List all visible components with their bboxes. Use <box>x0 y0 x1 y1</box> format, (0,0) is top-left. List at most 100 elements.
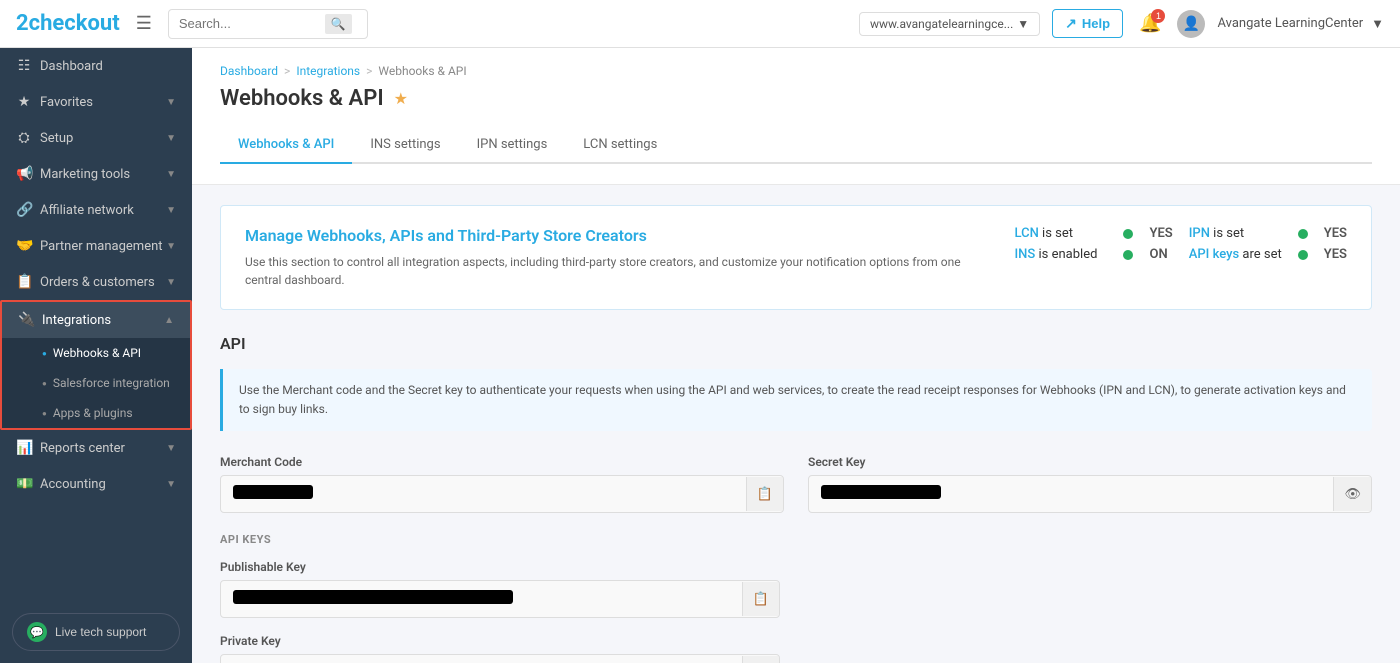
marketing-chevron-icon: ▼ <box>166 169 176 180</box>
secret-key-value <box>821 485 941 499</box>
merchant-code-group: Merchant Code 📋 <box>220 455 784 513</box>
sidebar-label-setup: Setup <box>40 131 73 146</box>
breadcrumb-integrations[interactable]: Integrations <box>296 64 360 78</box>
tab-ipn-settings[interactable]: IPN settings <box>459 127 566 164</box>
publishable-key-masked <box>221 581 742 617</box>
content-inner: Manage Webhooks, APIs and Third-Party St… <box>192 185 1400 663</box>
reports-chevron-icon: ▼ <box>166 443 176 454</box>
sidebar: ☷ Dashboard ★ Favorites ▼ ⛭ Setup ▼ 📢 Ma… <box>0 48 192 663</box>
sidebar-item-accounting[interactable]: 💵 Accounting ▼ <box>0 466 192 502</box>
ins-status-val: ON <box>1149 247 1172 262</box>
merchant-code-copy-button[interactable]: 📋 <box>746 477 783 511</box>
integrations-icon: 🔌 <box>18 312 34 328</box>
help-label: Help <box>1082 16 1110 31</box>
content-area: Dashboard > Integrations > Webhooks & AP… <box>192 48 1400 663</box>
topbar: 2checkout ☰ 🔍 www.avangatelearningce... … <box>0 0 1400 48</box>
avatar: 👤 <box>1177 10 1205 38</box>
lcn-label: LCN is set <box>1015 226 1108 241</box>
setup-icon: ⛭ <box>16 130 32 146</box>
sidebar-item-orders-customers[interactable]: 📋 Orders & customers ▼ <box>0 264 192 300</box>
affiliate-chevron-icon: ▼ <box>166 205 176 216</box>
tab-ins-settings[interactable]: INS settings <box>352 127 458 164</box>
help-button[interactable]: ↗ Help <box>1052 9 1123 38</box>
favorite-star-icon[interactable]: ★ <box>394 89 408 108</box>
main-layout: ☷ Dashboard ★ Favorites ▼ ⛭ Setup ▼ 📢 Ma… <box>0 48 1400 663</box>
merchant-code-input-wrap: 📋 <box>220 475 784 513</box>
favorites-chevron-icon: ▼ <box>166 97 176 108</box>
sidebar-item-reports-center[interactable]: 📊 Reports center ▼ <box>0 430 192 466</box>
user-menu[interactable]: Avangate LearningCenter ▼ <box>1217 16 1384 32</box>
sidebar-sub-apps-plugins[interactable]: ● Apps & plugins <box>2 398 190 428</box>
ins-label: INS is enabled <box>1015 247 1108 262</box>
search-input[interactable] <box>179 16 319 31</box>
notifications-button[interactable]: 🔔 1 <box>1135 9 1165 38</box>
search-button[interactable]: 🔍 <box>325 14 352 34</box>
favorites-icon: ★ <box>16 94 32 110</box>
domain-selector[interactable]: www.avangatelearningce... ▼ <box>859 12 1040 36</box>
merchant-code-masked <box>221 476 746 512</box>
breadcrumb-sep-1: > <box>284 64 290 78</box>
ins-status-dot <box>1123 250 1133 260</box>
sidebar-label-orders: Orders & customers <box>40 275 155 290</box>
api-section-title: API <box>220 334 1372 353</box>
publishable-key-input-wrap: 📋 <box>220 580 780 618</box>
sidebar-label-marketing: Marketing tools <box>40 167 130 182</box>
sidebar-item-partner-management[interactable]: 🤝 Partner management ▼ <box>0 228 192 264</box>
sidebar-label-dashboard: Dashboard <box>40 59 103 74</box>
topbar-right: www.avangatelearningce... ▼ ↗ Help 🔔 1 👤… <box>859 9 1384 38</box>
integrations-chevron-icon: ▲ <box>164 315 174 326</box>
ipn-status-dot <box>1298 229 1308 239</box>
sidebar-item-dashboard[interactable]: ☷ Dashboard <box>0 48 192 84</box>
sidebar-sub-salesforce[interactable]: ● Salesforce integration <box>2 368 190 398</box>
sidebar-item-affiliate-network[interactable]: 🔗 Affiliate network ▼ <box>0 192 192 228</box>
sidebar-item-marketing-tools[interactable]: 📢 Marketing tools ▼ <box>0 156 192 192</box>
user-name: Avangate LearningCenter <box>1217 16 1363 31</box>
sidebar-sub-webhooks-api[interactable]: ● Webhooks & API <box>2 338 190 368</box>
merchant-code-value <box>233 485 313 499</box>
secret-key-show-button[interactable]: 👁 <box>1333 477 1371 511</box>
sidebar-bottom: 💬 Live tech support <box>0 601 192 663</box>
integrations-section: 🔌 Integrations ▲ ● Webhooks & API ● Sale… <box>0 300 192 430</box>
secret-key-label: Secret Key <box>808 455 1372 469</box>
domain-chevron-icon: ▼ <box>1017 17 1029 31</box>
salesforce-dot-icon: ● <box>42 379 47 388</box>
secret-key-input-wrap: 👁 <box>808 475 1372 513</box>
private-key-masked <box>221 655 742 663</box>
salesforce-label: Salesforce integration <box>53 376 170 390</box>
sidebar-item-favorites[interactable]: ★ Favorites ▼ <box>0 84 192 120</box>
sidebar-label-integrations: Integrations <box>42 313 111 328</box>
accounting-icon: 💵 <box>16 476 32 492</box>
tab-webhooks-api[interactable]: Webhooks & API <box>220 127 352 164</box>
help-external-icon: ↗ <box>1065 15 1077 32</box>
api-info-note: Use the Merchant code and the Secret key… <box>220 369 1372 431</box>
hamburger-button[interactable]: ☰ <box>132 9 156 38</box>
info-banner-left: Manage Webhooks, APIs and Third-Party St… <box>245 226 975 289</box>
sidebar-label-partner: Partner management <box>40 239 163 254</box>
publishable-key-copy-button[interactable]: 📋 <box>742 582 779 616</box>
tabs: Webhooks & API INS settings IPN settings… <box>220 127 1372 164</box>
apps-plugins-label: Apps & plugins <box>53 406 133 420</box>
private-key-input-wrap: 📋 <box>220 654 780 663</box>
api-keys-label: API keys are set <box>1189 247 1282 262</box>
ipn-label: IPN is set <box>1189 226 1282 241</box>
live-support-icon: 💬 <box>27 622 47 642</box>
publishable-key-group: Publishable Key 📋 <box>220 560 780 618</box>
breadcrumb-dashboard[interactable]: Dashboard <box>220 64 278 78</box>
private-key-label: Private Key <box>220 634 780 648</box>
sidebar-item-integrations[interactable]: 🔌 Integrations ▲ <box>2 302 190 338</box>
page-title-row: Webhooks & API ★ <box>220 86 1372 111</box>
user-chevron-icon: ▼ <box>1371 16 1384 32</box>
logo[interactable]: 2checkout <box>16 11 120 36</box>
dashboard-icon: ☷ <box>16 58 32 74</box>
marketing-icon: 📢 <box>16 166 32 182</box>
ipn-status-val: YES <box>1324 226 1347 241</box>
publishable-key-label: Publishable Key <box>220 560 780 574</box>
lcn-status-val: YES <box>1149 226 1172 241</box>
orders-icon: 📋 <box>16 274 32 290</box>
live-support-button[interactable]: 💬 Live tech support <box>12 613 180 651</box>
tab-lcn-settings[interactable]: LCN settings <box>565 127 675 164</box>
private-key-copy-button[interactable]: 📋 <box>742 656 779 663</box>
info-banner-right: LCN is set YES IPN is set YES INS is ena… <box>1015 226 1348 262</box>
sidebar-item-setup[interactable]: ⛭ Setup ▼ <box>0 120 192 156</box>
sidebar-label-reports: Reports center <box>40 441 125 456</box>
